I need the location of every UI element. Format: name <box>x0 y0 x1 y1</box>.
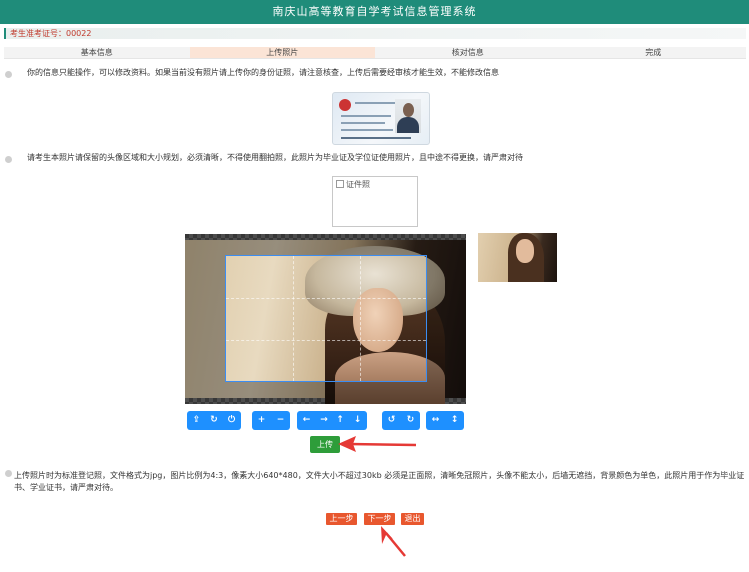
placeholder-alt-text: 证件照 <box>346 180 370 189</box>
flip-vertical-icon[interactable]: ↕ <box>445 411 464 430</box>
emblem-icon <box>339 99 351 111</box>
id-card-sample-image <box>332 92 430 145</box>
rotate-right-icon[interactable]: ↻ <box>401 411 420 430</box>
app-header: 南庆山高等教育自学考试信息管理系统 <box>0 0 749 24</box>
toolbar-group-move: ← → ↑ ↓ <box>297 411 367 430</box>
user-info-bar: 考生准考证号：00022 <box>4 28 746 39</box>
flip-horizontal-icon[interactable]: ↔ <box>426 411 445 430</box>
instruction-note-1: 你的信息只能操作，可以修改资料。如果当前没有照片请上传你的身份证照，请注意核查，… <box>27 68 499 77</box>
refresh-icon[interactable]: ↻ <box>206 411 222 430</box>
toolbar-group-file: ⇪ ↻ ⏻ <box>187 411 241 430</box>
page: 南庆山高等教育自学考试信息管理系统 考生准考证号：00022 基本信息 上传照片… <box>0 0 749 572</box>
zoom-out-icon[interactable]: − <box>271 411 290 430</box>
photo-requirements-text: 上传照片时为标准登记照，文件格式为jpg，图片比例为4:3，像素大小640*48… <box>14 471 745 492</box>
broken-image-icon <box>336 180 344 188</box>
id-portrait <box>395 99 421 133</box>
arrow-left-icon[interactable]: ← <box>297 411 316 430</box>
arrow-down-icon[interactable]: ↓ <box>348 411 367 430</box>
next-step-button[interactable]: 下一步 <box>364 513 395 525</box>
power-icon[interactable]: ⏻ <box>222 411 241 430</box>
crop-preview-image <box>478 233 557 282</box>
step-tabs: 基本信息 上传照片 核对信息 完成 <box>4 47 746 59</box>
zoom-in-icon[interactable]: + <box>252 411 271 430</box>
arrow-up-icon[interactable]: ↑ <box>332 411 348 430</box>
tab-finish[interactable]: 完成 <box>561 47 747 58</box>
instruction-note-2: 请考生本照片请保留的头像区域和大小规划，必须清晰，不得使用翻拍照，此照片为毕业证… <box>27 153 523 162</box>
toolbar-group-zoom: + − <box>252 411 290 430</box>
annotation-arrow-next <box>381 526 406 557</box>
toolbar-group-rotate: ↺ ↻ <box>382 411 420 430</box>
tab-basic-info[interactable]: 基本信息 <box>4 47 190 58</box>
tab-upload-photo[interactable]: 上传照片 <box>189 47 375 58</box>
user-exam-number: 考生准考证号：00022 <box>10 29 92 38</box>
arrow-right-icon[interactable]: → <box>316 411 332 430</box>
rotate-left-icon[interactable]: ↺ <box>382 411 401 430</box>
info-bullet-icon <box>5 470 12 477</box>
upload-icon[interactable]: ⇪ <box>187 411 206 430</box>
toolbar-group-flip: ↔ ↕ <box>426 411 464 430</box>
app-title: 南庆山高等教育自学考试信息管理系统 <box>272 5 477 18</box>
crop-selection-box[interactable] <box>225 255 427 382</box>
image-cropper[interactable] <box>185 234 466 404</box>
prev-step-button[interactable]: 上一步 <box>326 513 357 525</box>
info-bullet-icon <box>5 71 12 78</box>
annotation-arrow-upload <box>338 436 417 452</box>
tab-verify-info[interactable]: 核对信息 <box>375 47 561 58</box>
upload-button[interactable]: 上传 <box>310 436 340 453</box>
info-bullet-icon <box>5 156 12 163</box>
exit-button[interactable]: 退出 <box>401 513 424 525</box>
current-photo-placeholder: 证件照 <box>332 176 418 227</box>
